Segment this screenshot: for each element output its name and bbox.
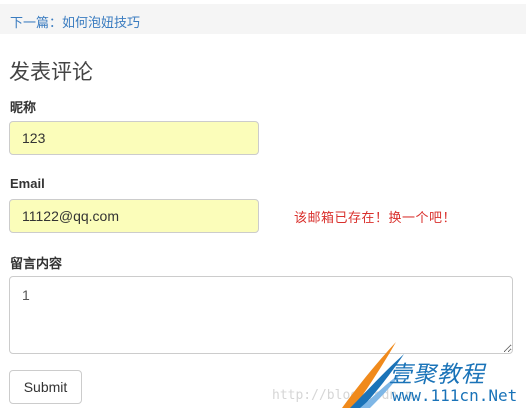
watermark-brand: 壹聚教程	[389, 362, 485, 388]
next-post-link[interactable]: 下一篇：如何泡妞技巧	[10, 12, 140, 31]
nickname-input[interactable]	[9, 121, 259, 155]
next-post-bar: 下一篇：如何泡妞技巧	[0, 4, 526, 34]
comment-form-title: 发表评论	[9, 61, 93, 84]
nickname-label: 昵称	[10, 100, 37, 115]
email-input[interactable]	[9, 199, 259, 233]
message-label: 留言内容	[10, 256, 63, 271]
email-error-message: 该邮箱已存在！换一个吧！	[294, 210, 457, 225]
submit-button[interactable]: Submit	[9, 370, 82, 404]
email-label: Email	[10, 176, 45, 191]
watermark-site: www.111cn.Net	[392, 386, 518, 405]
